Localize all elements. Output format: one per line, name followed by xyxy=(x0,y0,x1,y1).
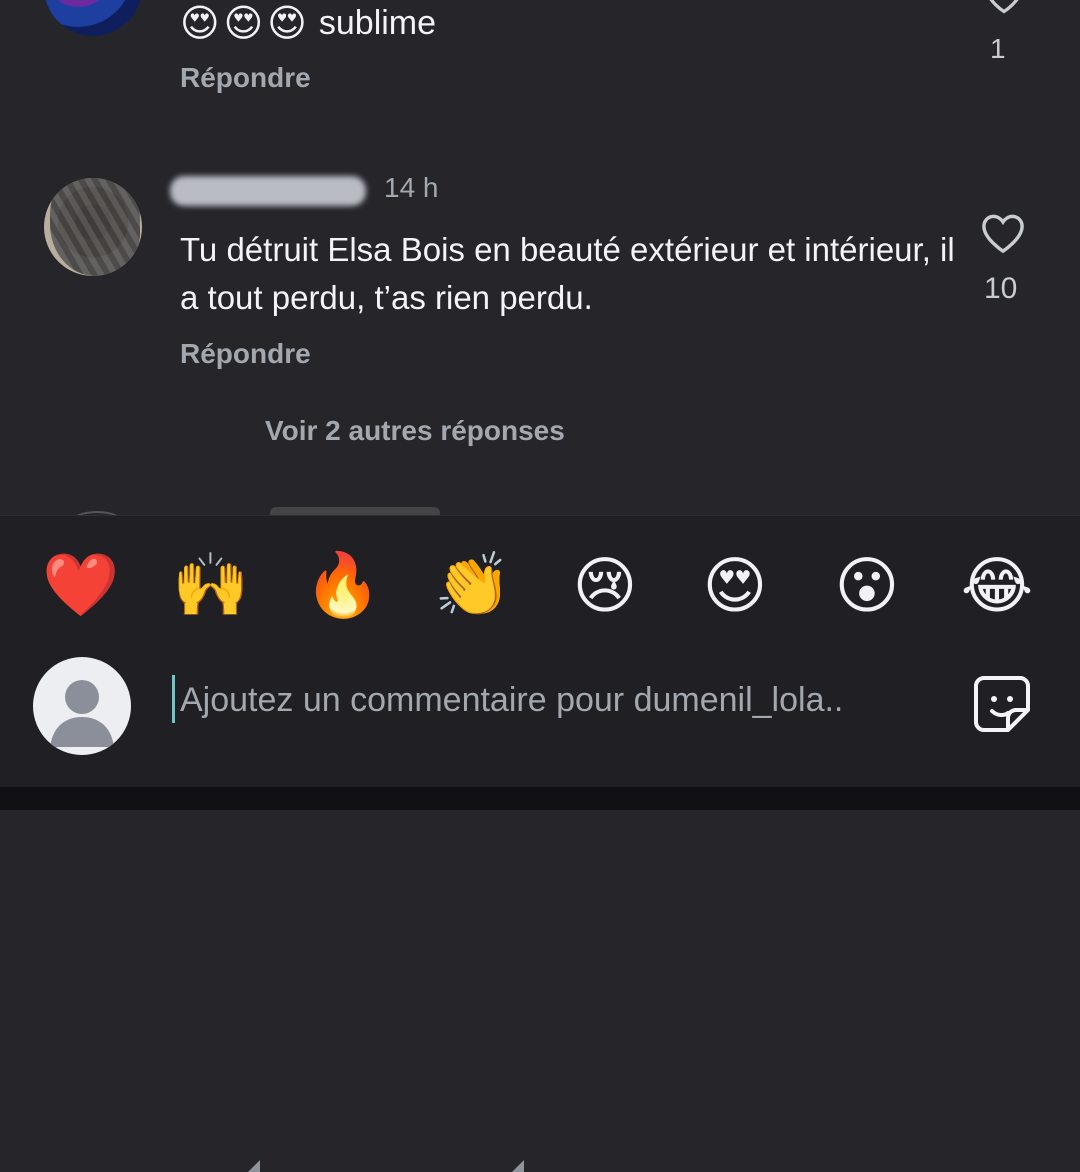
comment-input[interactable] xyxy=(180,672,940,728)
reaction-heart[interactable]: ❤️ xyxy=(36,540,126,630)
heart-eyes-emoji: 😍 xyxy=(267,1,307,45)
reaction-heart-eyes[interactable]: 😍 xyxy=(690,540,780,630)
like-count: 1 xyxy=(990,33,1006,64)
quick-reactions-bar: ❤️ 🙌 🔥 👏 😢 😍 😮 😂 xyxy=(0,540,1080,1172)
reply-button[interactable]: Répondre xyxy=(180,62,311,94)
commenter-avatar[interactable] xyxy=(44,0,142,36)
reply-button[interactable]: Répondre xyxy=(180,338,311,370)
view-more-replies[interactable]: Voir 2 autres réponses xyxy=(265,415,565,447)
heart-outline-icon[interactable] xyxy=(984,0,1024,14)
heart-eyes-emoji: 😍 xyxy=(223,1,264,45)
heart-eyes-emoji: 😍 xyxy=(180,1,220,45)
comment-timestamp: 14 h xyxy=(384,172,439,203)
text-caret xyxy=(172,675,175,723)
comment-text: Tu détruit Elsa Bois en beauté extérieur… xyxy=(180,231,955,316)
default-avatar-silhouette xyxy=(50,680,114,747)
skin-tone-indicator xyxy=(512,1160,524,1172)
user-avatar-icon[interactable] xyxy=(33,657,131,755)
heart-outline-icon[interactable] xyxy=(980,212,1026,254)
reaction-crying[interactable]: 😢 xyxy=(560,540,650,630)
redacted-username[interactable] xyxy=(170,176,366,206)
comment-body: 😍 😍 😍 sublime xyxy=(180,0,436,48)
reaction-raising-hands[interactable]: 🙌 xyxy=(166,540,256,630)
skin-tone-indicator xyxy=(248,1160,260,1172)
reaction-surprised[interactable]: 😮 xyxy=(822,540,912,630)
commenter-avatar[interactable] xyxy=(44,178,142,276)
redaction-scribble xyxy=(50,178,140,276)
reaction-laughing[interactable]: 😂 xyxy=(952,540,1042,630)
like-count: 10 xyxy=(984,272,1018,305)
reaction-clapping[interactable]: 👏 xyxy=(428,540,518,630)
comment-text: sublime xyxy=(318,3,437,42)
system-navigation-bar xyxy=(0,787,1080,810)
sticker-icon[interactable] xyxy=(970,672,1034,736)
comment-emojis: 😍 😍 😍 xyxy=(180,1,307,45)
reaction-fire[interactable]: 🔥 xyxy=(298,540,388,630)
